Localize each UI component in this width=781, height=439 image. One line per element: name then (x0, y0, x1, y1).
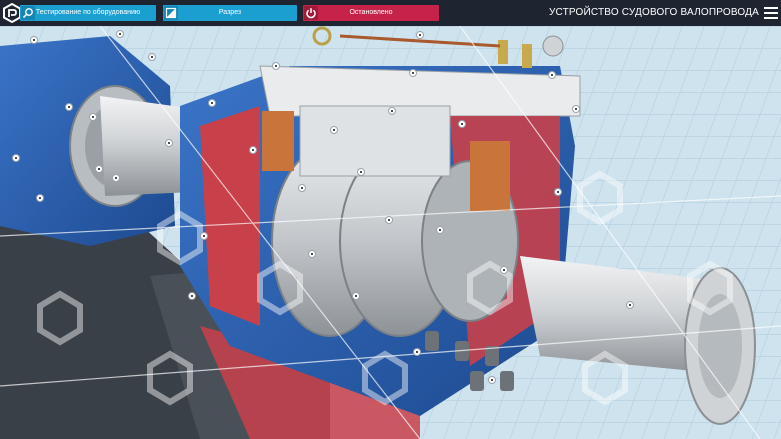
hotspot-point[interactable] (413, 348, 421, 356)
hotspot-point[interactable] (548, 71, 556, 79)
hotspot-point[interactable] (112, 174, 120, 182)
hotspot-point[interactable] (272, 62, 280, 70)
equipment-test-button[interactable]: Тестирование по оборудованию (20, 5, 156, 21)
shaft-line-model (0, 26, 781, 439)
hotspot-point[interactable] (165, 139, 173, 147)
hotspot-point[interactable] (572, 105, 580, 113)
cut-section-button[interactable]: Разрез (163, 5, 297, 21)
page-title: УСТРОЙСТВО СУДОВОГО ВАЛОПРОВОДА (548, 7, 759, 18)
hotspot-point[interactable] (36, 194, 44, 202)
hotspot-point[interactable] (95, 165, 103, 173)
hotspot-point[interactable] (409, 69, 417, 77)
cut-section-icon (164, 6, 178, 20)
hotspot-point[interactable] (249, 146, 257, 154)
coil-left (262, 111, 294, 171)
hotspot-point[interactable] (208, 99, 216, 107)
equipment-test-label: Тестирование по оборудованию (35, 9, 141, 16)
hotspot-point[interactable] (30, 36, 38, 44)
hotspot-point[interactable] (488, 376, 496, 384)
hotspot-point[interactable] (116, 30, 124, 38)
hotspot-point[interactable] (12, 154, 20, 162)
hotspot-point[interactable] (188, 292, 196, 300)
hamburger-menu-icon[interactable] (764, 7, 778, 19)
hotspot-point[interactable] (388, 107, 396, 115)
hotspot-point[interactable] (458, 120, 466, 128)
app-logo-icon[interactable] (3, 3, 21, 23)
hotspot-point[interactable] (148, 53, 156, 61)
hotspot-point[interactable] (352, 292, 360, 300)
coil-right (470, 141, 510, 211)
hotspot-point[interactable] (385, 216, 393, 224)
top-bar: Тестирование по оборудованию Разрез Оста… (0, 0, 781, 26)
hotspot-point[interactable] (357, 168, 365, 176)
hotspot-point[interactable] (200, 232, 208, 240)
hotspot-point[interactable] (65, 103, 73, 111)
3d-viewport[interactable] (0, 26, 781, 439)
power-icon (304, 6, 318, 20)
run-state-label: Остановлено (349, 9, 393, 16)
hotspot-point[interactable] (330, 126, 338, 134)
hotspot-point[interactable] (89, 113, 97, 121)
hotspot-point[interactable] (626, 301, 634, 309)
search-icon (21, 6, 35, 20)
hotspot-point[interactable] (436, 226, 444, 234)
hotspot-point[interactable] (308, 250, 316, 258)
hotspot-point[interactable] (554, 188, 562, 196)
hotspot-point[interactable] (416, 31, 424, 39)
hotspot-point[interactable] (298, 184, 306, 192)
cut-section-label: Разрез (218, 9, 242, 16)
hotspot-point[interactable] (500, 266, 508, 274)
run-state-button[interactable]: Остановлено (303, 5, 439, 21)
